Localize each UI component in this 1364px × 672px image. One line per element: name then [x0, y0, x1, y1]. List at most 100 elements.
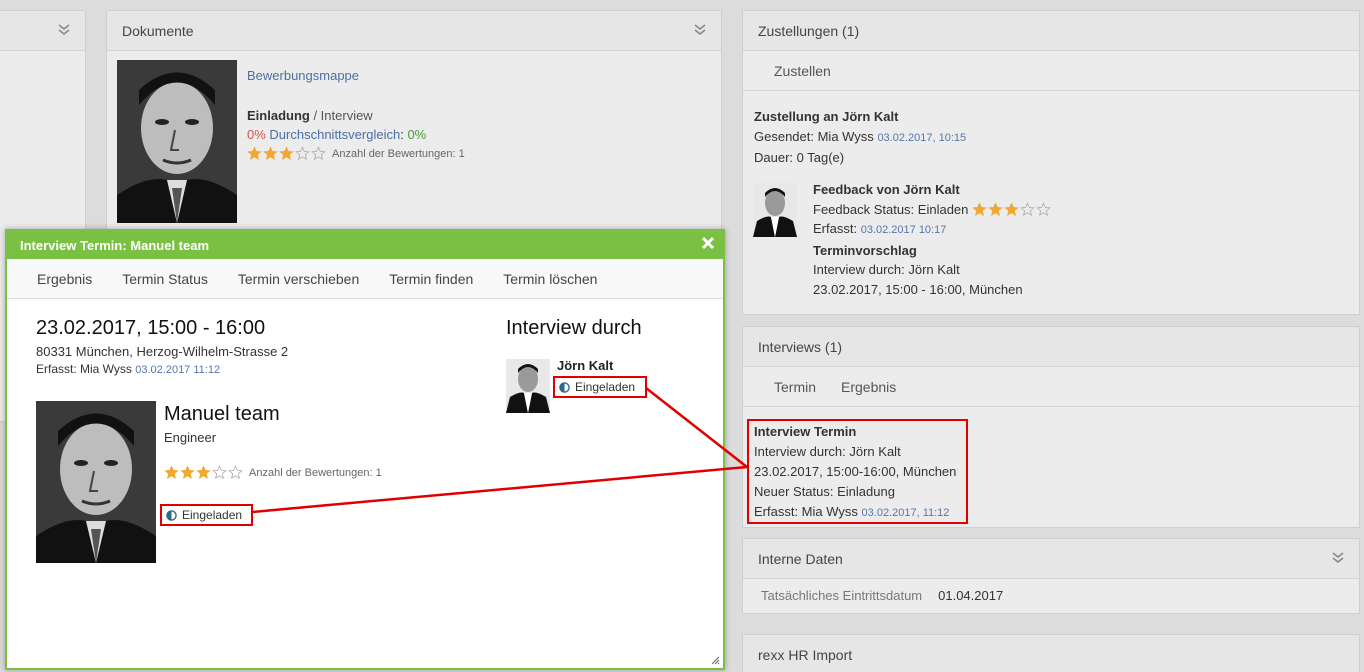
star-filled-icon — [180, 465, 195, 479]
invitation-label: Einladung — [247, 108, 310, 123]
chevron-down-double-icon[interactable] — [693, 23, 707, 39]
star-empty-icon — [228, 465, 243, 479]
star-empty-icon — [1036, 201, 1052, 216]
captured-date: 03.02.2017 10:17 — [860, 224, 947, 236]
tab-reschedule[interactable]: Termin verschieben — [238, 271, 359, 287]
sent-label: Gesendet: Mia Wyss — [754, 129, 874, 144]
rating-count: Anzahl der Bewertungen: 1 — [249, 466, 382, 479]
appointment-captured: Erfasst: Mia Wyss 03.02.2017 11:12 — [36, 362, 288, 376]
appointment-datetime: 23.02.2017, 15:00 - 16:00 — [36, 317, 266, 339]
candidate-status-badge[interactable]: Eingeladen — [160, 504, 253, 526]
tab-appointment-status[interactable]: Termin Status — [122, 271, 208, 287]
close-icon[interactable] — [701, 236, 715, 250]
avg-comparison-link[interactable]: Durchschnittsvergleich — [269, 127, 400, 142]
tab-result[interactable]: Ergebnis — [37, 271, 92, 287]
feedback-info: Feedback von Jörn Kalt Feedback Status: … — [813, 180, 1052, 299]
feedback-status: Feedback Status: Einladen — [813, 201, 969, 217]
documents-title: Dokumente — [122, 22, 194, 39]
chevron-down-double-icon[interactable] — [57, 23, 71, 39]
resize-handle-icon[interactable] — [711, 656, 720, 665]
star-empty-icon — [1020, 201, 1036, 216]
captured-label: Erfasst: Mia Wyss — [36, 362, 132, 376]
candidate-info: Manuel team Engineer Anzahl der Bewertun… — [164, 403, 382, 480]
modal-title: Interview Termin: Manuel team — [20, 237, 210, 253]
tab-find-appointment[interactable]: Termin finden — [389, 271, 473, 287]
left-panel-header — [0, 11, 85, 51]
interviews-title: Interviews (1) — [758, 338, 843, 355]
candidate-status-text: Eingeladen — [182, 508, 243, 522]
star-rating — [164, 465, 243, 480]
feedback-avatar — [753, 183, 797, 237]
delivery-sent: Gesendet: Mia Wyss 03.02.2017, 10:15 — [754, 127, 966, 148]
star-empty-icon — [212, 465, 227, 479]
highlight-interview-box — [747, 419, 968, 524]
percent-value: 0% — [247, 127, 266, 142]
tab-delete-appointment[interactable]: Termin löschen — [503, 271, 597, 287]
interview-modal: Interview Termin: Manuel team Ergebnis T… — [5, 229, 725, 670]
rexx-import-header: rexx HR Import — [743, 635, 1359, 672]
star-filled-icon — [279, 146, 294, 160]
star-filled-icon — [1004, 201, 1020, 216]
internal-data-panel: Interne Daten Tatsächliches Eintrittsdat… — [742, 538, 1360, 614]
delivery-info: Zustellung an Jörn Kalt Gesendet: Mia Wy… — [754, 107, 966, 168]
internal-data-title: Interne Daten — [758, 550, 843, 567]
appointment-info: 23.02.2017, 15:00 - 16:00 80331 München,… — [36, 317, 288, 376]
documents-panel: Dokumente Bewerbungsmappe Einladung / In… — [106, 10, 722, 240]
tab-deliver[interactable]: Zustellen — [774, 63, 831, 79]
avg-value: 0% — [407, 127, 427, 142]
invitation-line: Einladung / Interview — [247, 108, 465, 123]
candidate-status: Eingeladen — [166, 508, 242, 522]
internal-data-header: Interne Daten — [743, 539, 1359, 579]
captured-date: 03.02.2017 11:12 — [135, 364, 221, 376]
chevron-down-double-icon[interactable] — [1331, 551, 1345, 567]
star-rating — [247, 146, 326, 161]
rating-count: Anzahl der Bewertungen: 1 — [332, 147, 465, 160]
documents-header: Dokumente — [107, 11, 721, 51]
rexx-import-panel: rexx HR Import — [742, 634, 1360, 672]
entry-date-value: 01.04.2017 — [938, 588, 1004, 603]
rexx-import-title: rexx HR Import — [758, 647, 853, 663]
candidate-role: Engineer — [164, 430, 217, 445]
delivery-title: Zustellung an Jörn Kalt — [754, 109, 899, 124]
sent-date: 03.02.2017, 10:15 — [877, 132, 967, 144]
interviews-tabs: Termin Ergebnis — [743, 367, 1359, 407]
star-empty-icon — [311, 146, 326, 160]
candidate-rating: Anzahl der Bewertungen: 1 — [164, 465, 382, 480]
entry-date-row: Tatsächliches Eintrittsdatum 01.04.2017 — [761, 588, 1003, 603]
star-filled-icon — [263, 146, 278, 160]
interviewer-name: Jörn Kalt — [557, 358, 614, 373]
star-empty-icon — [295, 146, 310, 160]
deliveries-tabs: Zustellen — [743, 51, 1359, 91]
candidate-name: Manuel team — [164, 403, 280, 425]
proposal-title: Terminvorschlag — [813, 242, 917, 258]
application-folder-link[interactable]: Bewerbungsmappe — [247, 68, 465, 83]
star-filled-icon — [972, 201, 988, 216]
candidate-photo — [36, 401, 156, 563]
star-filled-icon — [988, 201, 1004, 216]
tab-ergebnis[interactable]: Ergebnis — [841, 379, 896, 395]
candidate-document-thumbnail[interactable] — [117, 60, 237, 223]
feedback-star-rating — [972, 201, 1052, 217]
tab-termin[interactable]: Termin — [774, 379, 816, 395]
interviewer-status-badge[interactable]: Eingeladen — [553, 376, 647, 398]
feedback-title: Feedback von Jörn Kalt — [813, 182, 960, 197]
star-filled-icon — [196, 465, 211, 479]
feedback-captured: Erfasst: 03.02.2017 10:17 — [813, 219, 1051, 241]
deliveries-title: Zustellungen (1) — [758, 22, 860, 39]
feedback-status-line: Feedback Status: Einladen — [813, 200, 1052, 220]
star-filled-icon — [164, 465, 179, 479]
half-circle-icon — [559, 381, 570, 393]
modal-header: Interview Termin: Manuel team — [7, 231, 723, 259]
appointment-address: 80331 München, Herzog-Wilhelm-Strasse 2 — [36, 344, 289, 359]
proposal-when: 23.02.2017, 15:00 - 16:00, München — [813, 281, 1023, 297]
interviewer-avatar — [506, 359, 550, 413]
entry-date-label: Tatsächliches Eintrittsdatum — [761, 588, 923, 603]
comparison-line: 0% Durchschnittsvergleich: 0% — [247, 127, 427, 142]
invitation-type: / Interview — [309, 108, 373, 123]
delivery-duration: Dauer: 0 Tag(e) — [754, 150, 845, 165]
modal-tabs: Ergebnis Termin Status Termin verschiebe… — [7, 259, 723, 299]
interviews-header: Interviews (1) — [743, 327, 1359, 367]
half-circle-icon — [166, 509, 177, 521]
star-filled-icon — [247, 146, 262, 160]
proposal-by: Interview durch: Jörn Kalt — [813, 262, 960, 277]
